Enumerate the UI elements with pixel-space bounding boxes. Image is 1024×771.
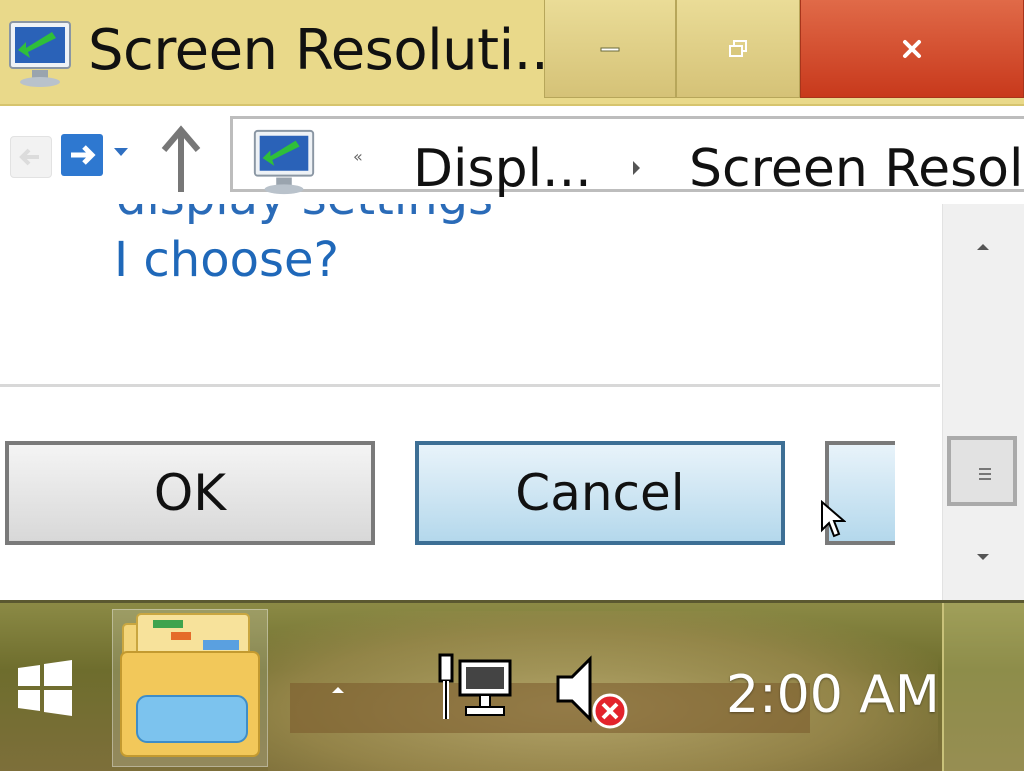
close-button[interactable] [800, 0, 1024, 98]
cancel-button[interactable]: Cancel [415, 441, 785, 545]
title-bar[interactable]: Screen Resoluti... [0, 0, 1024, 106]
address-bar[interactable]: « Displ... Screen Resol [230, 116, 1024, 199]
help-link-partial[interactable]: display settings [116, 204, 493, 226]
restore-icon [729, 39, 747, 57]
forward-button[interactable] [61, 134, 103, 176]
windows-start-icon[interactable] [16, 659, 74, 717]
breadcrumb-display[interactable]: Displ... [413, 139, 592, 199]
monitor-location-icon [253, 129, 315, 195]
divider [0, 384, 940, 387]
show-desktop-button[interactable] [942, 603, 1024, 771]
cancel-button-label: Cancel [515, 464, 685, 522]
breadcrumb-screen-resolution[interactable]: Screen Resol [689, 139, 1023, 199]
grip-icon [979, 468, 991, 470]
vertical-scrollbar[interactable] [942, 204, 1024, 600]
dialog-content: display settings I choose? OK Cancel [0, 204, 942, 600]
back-arrow-icon [19, 148, 39, 166]
scroll-down-icon[interactable] [977, 554, 989, 560]
ok-button-label: OK [153, 464, 227, 522]
restore-button[interactable] [676, 0, 800, 98]
close-icon [903, 39, 921, 58]
show-hidden-icons-icon[interactable] [332, 687, 344, 693]
network-icon[interactable] [436, 653, 516, 725]
forward-arrow-icon [71, 145, 96, 165]
scroll-thumb[interactable] [947, 436, 1017, 506]
minimize-button[interactable] [544, 0, 676, 98]
mouse-pointer-icon [821, 500, 846, 538]
scroll-up-icon[interactable] [977, 244, 989, 250]
system-clock[interactable]: 2:00 AM [726, 665, 940, 725]
monitor-app-icon [9, 21, 71, 87]
breadcrumb-overflow-chevron[interactable]: « [353, 147, 363, 166]
back-button[interactable] [10, 136, 52, 178]
help-link[interactable]: I choose? [114, 232, 339, 288]
ok-button[interactable]: OK [5, 441, 375, 545]
file-explorer-taskbar-button[interactable] [112, 609, 268, 767]
breadcrumb-separator-icon[interactable] [633, 161, 640, 175]
volume-muted-icon[interactable] [552, 653, 632, 731]
navigation-bar: « Displ... Screen Resol [0, 106, 1024, 204]
recent-locations-dropdown[interactable] [114, 148, 128, 156]
minimize-icon [600, 47, 620, 51]
window-title: Screen Resoluti... [88, 18, 566, 83]
taskbar: 2:00 AM [0, 600, 1024, 771]
up-arrow-icon[interactable] [156, 122, 206, 194]
folder-icon [120, 613, 260, 757]
